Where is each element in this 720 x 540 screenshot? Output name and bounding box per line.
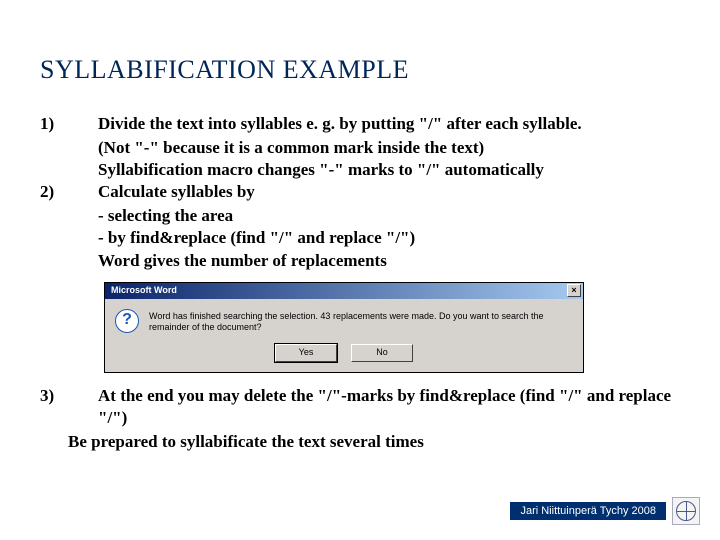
yes-button[interactable]: Yes <box>275 344 337 362</box>
item-text: Calculate syllables by <box>98 181 680 203</box>
item-number: 1) <box>40 113 98 135</box>
item-text: - selecting the area <box>40 205 680 227</box>
item-text: Word gives the number of replacements <box>40 250 680 272</box>
item-1: 1) Divide the text into syllables e. g. … <box>40 113 680 135</box>
item-text: Be prepared to syllabificate the text se… <box>40 431 680 453</box>
item-3: 3) At the end you may delete the "/"-mar… <box>40 385 680 429</box>
item-text: Syllabification macro changes "-" marks … <box>40 159 680 181</box>
footer-text: Jari Niittuinperä Tychy 2008 <box>510 502 666 520</box>
slide-title: SYLLABIFICATION EXAMPLE <box>40 55 680 85</box>
dialog-body: ? Word has finished searching the select… <box>105 299 583 340</box>
logo-icon <box>672 497 700 525</box>
item-number: 3) <box>40 385 98 429</box>
word-dialog: Microsoft Word × ? Word has finished sea… <box>104 282 584 373</box>
item-text: Divide the text into syllables e. g. by … <box>98 113 680 135</box>
dialog-screenshot: Microsoft Word × ? Word has finished sea… <box>104 282 584 373</box>
no-button[interactable]: No <box>351 344 413 362</box>
item-text: (Not "-" because it is a common mark ins… <box>40 137 680 159</box>
dialog-title: Microsoft Word <box>111 285 177 297</box>
dialog-buttons: Yes No <box>105 340 583 372</box>
dialog-message: Word has finished searching the selectio… <box>149 309 575 334</box>
item-number: 2) <box>40 181 98 203</box>
question-icon: ? <box>115 309 139 333</box>
footer: Jari Niittuinperä Tychy 2008 <box>510 497 700 525</box>
close-icon[interactable]: × <box>567 284 581 297</box>
item-text: - by find&replace (find "/" and replace … <box>40 227 680 249</box>
slide: SYLLABIFICATION EXAMPLE 1) Divide the te… <box>0 0 720 453</box>
item-text: At the end you may delete the "/"-marks … <box>98 385 680 429</box>
dialog-titlebar: Microsoft Word × <box>105 283 583 299</box>
item-2: 2) Calculate syllables by <box>40 181 680 203</box>
content: 1) Divide the text into syllables e. g. … <box>40 113 680 453</box>
